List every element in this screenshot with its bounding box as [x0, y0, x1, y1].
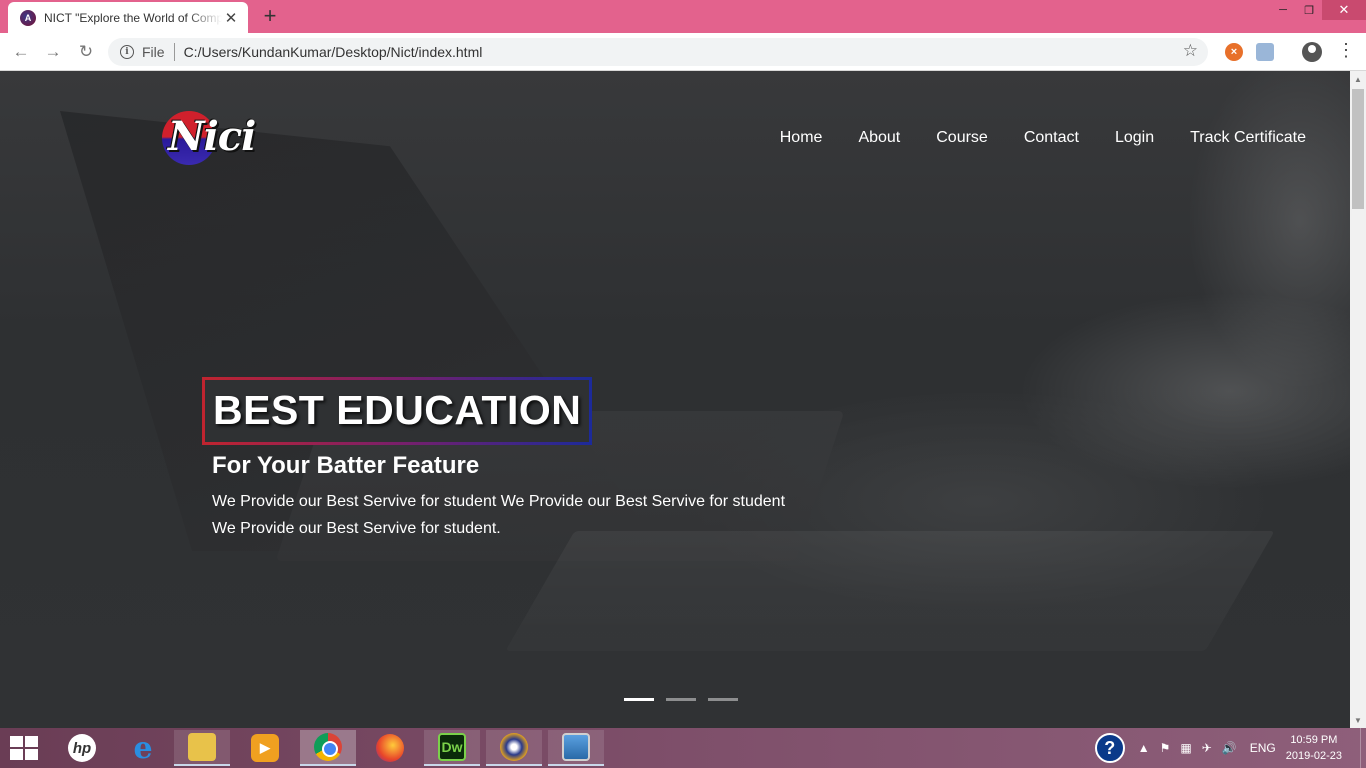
cast-extension-icon[interactable] — [1256, 43, 1274, 61]
url-text[interactable]: C:/Users/KundanKumar/Desktop/Nict/index.… — [184, 44, 483, 60]
photos-icon — [562, 733, 590, 761]
nav-course[interactable]: Course — [936, 129, 988, 147]
back-icon[interactable]: ← — [9, 40, 33, 64]
flag-icon[interactable]: ⚑ — [1160, 741, 1171, 755]
nav-home[interactable]: Home — [780, 129, 823, 147]
carousel-indicator-1[interactable] — [624, 698, 654, 701]
extension-icon[interactable]: × — [1225, 43, 1243, 61]
background-desk — [505, 531, 1275, 651]
media-player-icon: ▶ — [251, 734, 279, 762]
new-tab-button[interactable]: + — [258, 4, 282, 28]
nav-track-certificate[interactable]: Track Certificate — [1190, 129, 1306, 147]
window-controls: ─ ❐ ✕ — [1270, 0, 1366, 22]
taskbar-chrome[interactable] — [300, 730, 356, 766]
windows-taskbar: hp e ▶ Dw ? ▲ ⚑ ▦ ✈ 🔊 ENG 10:59 PM 2019-… — [0, 728, 1366, 768]
taskbar-firefox[interactable] — [362, 730, 418, 766]
start-windows-icon[interactable] — [10, 736, 38, 760]
show-desktop-button[interactable] — [1360, 728, 1366, 768]
main-nav: Home About Course Contact Login Track Ce… — [780, 129, 1306, 147]
nav-contact[interactable]: Contact — [1024, 129, 1079, 147]
minimize-button[interactable]: ─ — [1270, 0, 1296, 20]
close-tab-icon[interactable]: ✕ — [222, 9, 240, 27]
language-indicator[interactable]: ENG — [1250, 741, 1276, 755]
carousel-indicator-2[interactable] — [666, 698, 696, 701]
scroll-thumb[interactable] — [1352, 89, 1364, 209]
address-bar[interactable]: i File C:/Users/KundanKumar/Desktop/Nict… — [108, 38, 1208, 66]
system-tray: ? ▲ ⚑ ▦ ✈ 🔊 ENG 10:59 PM 2019-02-23 — [1094, 728, 1366, 768]
disc-burner-icon — [500, 733, 528, 761]
firefox-icon — [376, 734, 404, 762]
restore-button[interactable]: ❐ — [1296, 0, 1322, 20]
site-favicon-icon: A — [20, 9, 36, 26]
web-page: Nici Home About Course Contact Login Tra… — [0, 71, 1350, 728]
carousel-indicators — [624, 698, 738, 701]
taskbar-burner[interactable] — [486, 730, 542, 766]
browser-toolbar: ← → ↻ i File C:/Users/KundanKumar/Deskto… — [0, 33, 1366, 71]
scroll-up-icon[interactable]: ▲ — [1350, 71, 1366, 87]
nav-login[interactable]: Login — [1115, 129, 1154, 147]
taskbar-internet-explorer[interactable]: e — [115, 730, 171, 766]
carousel-indicator-3[interactable] — [708, 698, 738, 701]
forward-icon[interactable]: → — [41, 40, 65, 64]
taskbar-photos[interactable] — [548, 730, 604, 766]
site-logo[interactable]: Nici — [162, 109, 292, 167]
info-icon[interactable]: i — [120, 45, 134, 59]
scroll-down-icon[interactable]: ▼ — [1350, 712, 1366, 728]
internet-explorer-icon: e — [133, 730, 153, 766]
network-icon[interactable]: ▦ — [1180, 741, 1191, 755]
browser-titlebar: A NICT "Explore the World of Comp ✕ + ─ … — [0, 0, 1366, 33]
taskbar-dreamweaver[interactable]: Dw — [424, 730, 480, 766]
hero-heading: BEST EDUCATION — [213, 387, 582, 433]
help-icon[interactable]: ? — [1094, 733, 1125, 763]
volume-icon[interactable]: 🔊 — [1222, 741, 1237, 755]
airplane-icon[interactable]: ✈ — [1202, 741, 1212, 755]
tab-title: NICT "Explore the World of Comp — [44, 10, 222, 25]
hero-text: We Provide our Best Servive for student … — [212, 493, 786, 537]
hp-icon: hp — [68, 734, 96, 762]
hero-heading-box: BEST EDUCATION — [202, 377, 592, 445]
bookmark-star-icon[interactable]: ☆ — [1183, 41, 1198, 61]
taskbar-media-player[interactable]: ▶ — [237, 730, 293, 766]
browser-menu-icon[interactable]: ⋮ — [1336, 40, 1356, 61]
taskbar-hp[interactable]: hp — [54, 730, 110, 766]
browser-tab[interactable]: A NICT "Explore the World of Comp ✕ — [8, 2, 248, 33]
page-scrollbar[interactable]: ▲ ▼ — [1350, 71, 1366, 728]
reload-icon[interactable]: ↻ — [74, 40, 98, 64]
taskbar-file-explorer[interactable] — [174, 730, 230, 766]
clock[interactable]: 10:59 PM 2019-02-23 — [1286, 732, 1342, 764]
url-separator — [173, 43, 175, 61]
logo-text: Nici — [168, 113, 256, 160]
profile-avatar-icon[interactable] — [1302, 42, 1322, 62]
hero-subheading: For Your Batter Feature — [212, 452, 480, 479]
close-window-button[interactable]: ✕ — [1322, 0, 1366, 20]
nav-about[interactable]: About — [858, 129, 900, 147]
folder-icon — [188, 733, 216, 761]
clock-date: 2019-02-23 — [1285, 750, 1342, 762]
clock-time: 10:59 PM — [1290, 734, 1338, 746]
url-scheme: File — [142, 44, 165, 60]
chrome-icon — [314, 733, 342, 761]
show-hidden-icons-icon[interactable]: ▲ — [1138, 741, 1150, 755]
dreamweaver-icon: Dw — [438, 733, 466, 761]
